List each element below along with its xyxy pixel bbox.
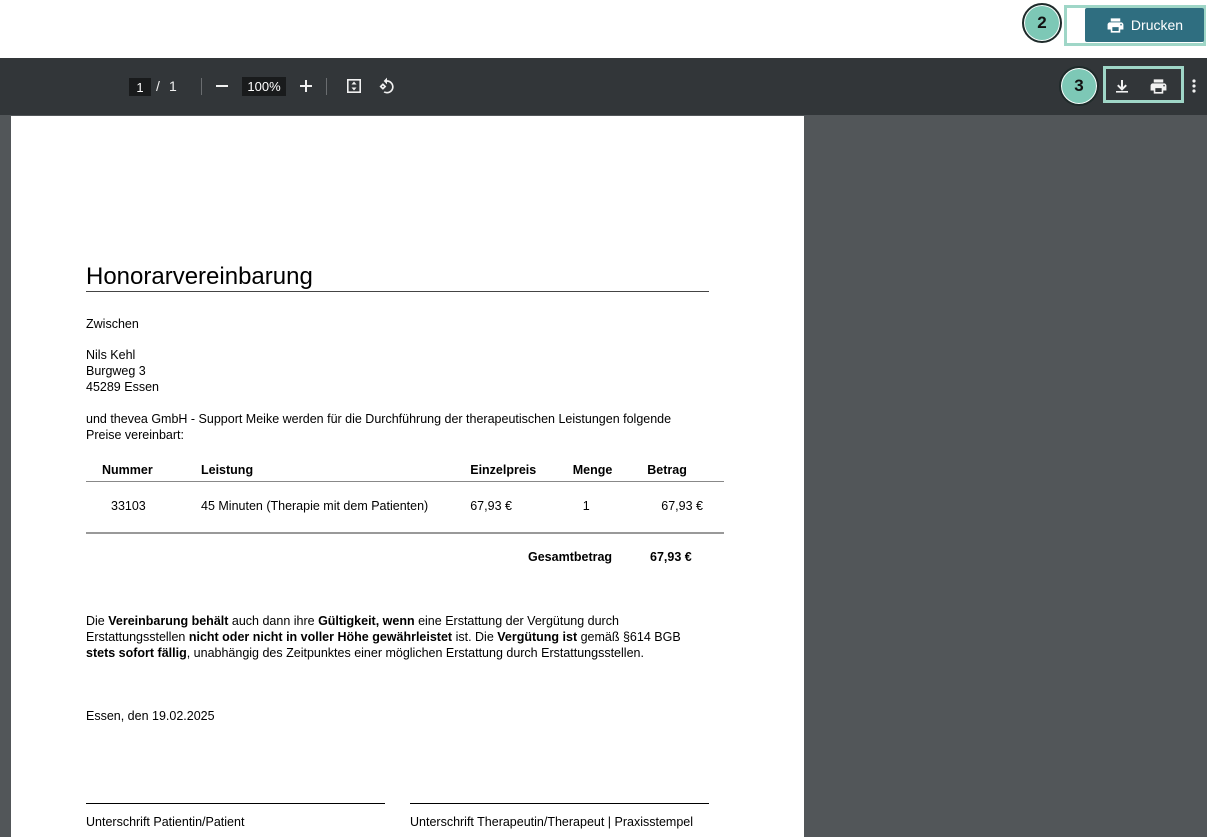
pdf-viewer: 1 / 1 100% 3 Honorarvereinbarung Zwische… bbox=[0, 58, 1207, 837]
table-row: 33103 45 Minuten (Therapie mit dem Patie… bbox=[86, 482, 724, 530]
table-bottom-rule bbox=[86, 532, 724, 534]
download-icon bbox=[1116, 80, 1128, 93]
step-badge: 2 bbox=[1022, 3, 1062, 43]
patient-street: Burgweg 3 bbox=[86, 364, 146, 378]
fit-page-button[interactable] bbox=[342, 74, 366, 98]
print-button[interactable]: Drucken bbox=[1085, 8, 1204, 42]
total-label: Gesamtbetrag bbox=[528, 550, 613, 564]
printer-icon bbox=[1150, 78, 1166, 94]
table-cell: 67,93 € bbox=[470, 498, 512, 513]
pdf-page: Honorarvereinbarung Zwischen Nils Kehl B… bbox=[11, 116, 804, 837]
page-separator: / bbox=[156, 78, 160, 94]
terms-line: stets sofort fällig, unabhängig des Zeit… bbox=[86, 646, 644, 660]
signature-therapist-label: Unterschrift Therapeutin/Therapeut | Pra… bbox=[410, 815, 694, 829]
place-date: Essen, den 19.02.2025 bbox=[86, 709, 215, 723]
agreement-text: und thevea GmbH - Support Meike werden f… bbox=[86, 412, 672, 426]
document-title: Honorarvereinbarung bbox=[86, 263, 313, 290]
title-divider bbox=[86, 291, 709, 292]
page-number-input[interactable]: 1 bbox=[129, 78, 151, 96]
zoom-in-button[interactable] bbox=[294, 74, 318, 98]
column-header: Leistung bbox=[201, 459, 471, 482]
table-header-row: Nummer Leistung Einzelpreis Menge Betrag bbox=[86, 459, 724, 482]
table-cell: 45 Minuten (Therapie mit dem Patienten) bbox=[201, 498, 429, 513]
step-badge: 3 bbox=[1059, 66, 1099, 106]
plus-icon bbox=[300, 80, 312, 92]
rotate-button[interactable] bbox=[375, 74, 399, 98]
total-value: 67,93 € bbox=[650, 550, 692, 564]
pdf-toolbar: 1 / 1 100% 3 bbox=[0, 58, 1207, 115]
more-vert-icon bbox=[1192, 79, 1196, 93]
fee-table: Nummer Leistung Einzelpreis Menge Betrag… bbox=[86, 459, 724, 529]
column-header: Menge bbox=[572, 459, 648, 482]
terms-line: Erstattungsstellen nicht oder nicht in v… bbox=[86, 630, 681, 644]
print-button-label: Drucken bbox=[1130, 17, 1184, 33]
intro-text: Zwischen bbox=[86, 317, 139, 331]
signature-patient-label: Unterschrift Patientin/Patient bbox=[86, 815, 245, 829]
printer-icon bbox=[1107, 17, 1124, 33]
viewer-print-button[interactable] bbox=[1146, 74, 1170, 98]
toolbar-divider bbox=[326, 78, 327, 95]
signature-line bbox=[410, 803, 709, 804]
fit-to-page-icon bbox=[347, 79, 361, 93]
table-cell: 67,93 € bbox=[661, 498, 703, 513]
minus-icon bbox=[216, 85, 228, 87]
more-actions-button[interactable] bbox=[1182, 74, 1206, 98]
column-header: Einzelpreis bbox=[470, 459, 573, 482]
terms-line: Die Vereinbarung behält auch dann ihre G… bbox=[86, 614, 619, 628]
column-header: Betrag bbox=[647, 459, 724, 482]
page-total: 1 bbox=[169, 78, 177, 94]
column-header: Nummer bbox=[86, 459, 201, 482]
table-cell: 33103 bbox=[111, 498, 146, 513]
rotate-icon bbox=[379, 77, 394, 94]
agreement-text: Preise vereinbart: bbox=[86, 428, 184, 442]
app-header: 2 Drucken bbox=[0, 0, 1207, 58]
patient-name: Nils Kehl bbox=[86, 348, 136, 362]
zoom-out-button[interactable] bbox=[210, 74, 234, 98]
toolbar-divider bbox=[201, 78, 202, 95]
signature-line bbox=[86, 803, 385, 804]
patient-city: 45289 Essen bbox=[86, 380, 159, 394]
download-button[interactable] bbox=[1110, 74, 1134, 98]
zoom-input[interactable]: 100% bbox=[242, 77, 286, 96]
table-cell: 1 bbox=[582, 498, 590, 513]
